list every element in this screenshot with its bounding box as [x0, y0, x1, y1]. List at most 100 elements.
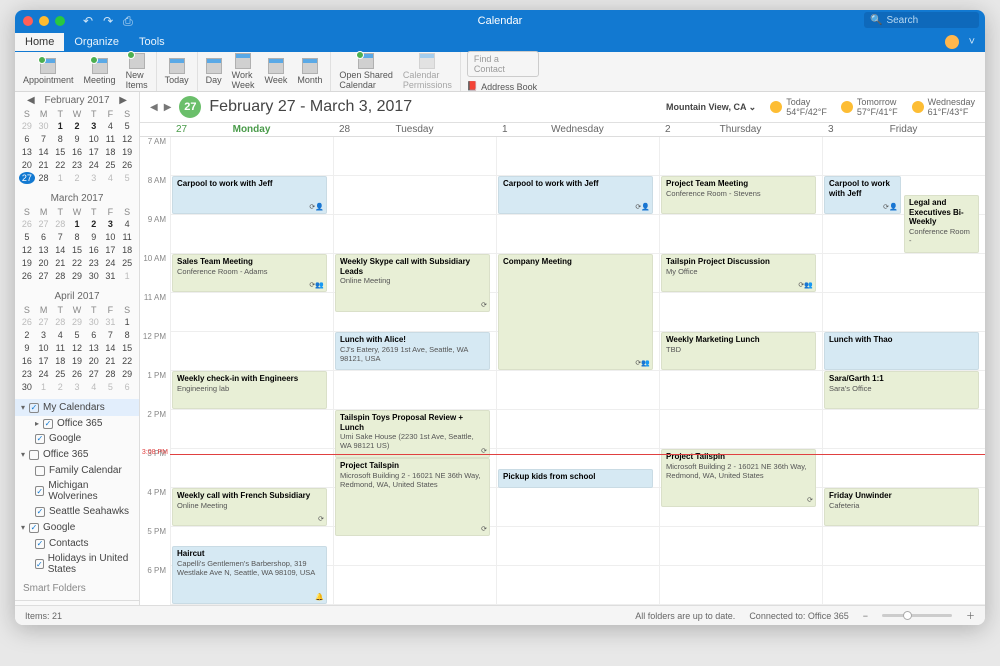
mini-day[interactable]: 27 — [36, 316, 52, 328]
calendar-event[interactable]: Lunch with Alice!CJ's Eatery, 2619 1st A… — [335, 332, 490, 370]
mini-day[interactable]: 13 — [86, 342, 102, 354]
zoom-window-button[interactable] — [55, 16, 65, 26]
calendar-event[interactable]: Project Team MeetingConference Room - St… — [661, 176, 816, 214]
mini-day[interactable]: 1 — [36, 381, 52, 393]
calendar-event[interactable]: Weekly Skype call with Subsidiary LeadsO… — [335, 254, 490, 312]
mini-day[interactable]: 11 — [103, 133, 119, 145]
cal-group[interactable]: ▾My Calendars — [15, 399, 139, 416]
calendar-event[interactable]: Tailspin Toys Proposal Review + LunchUmi… — [335, 410, 490, 458]
mini-day[interactable]: 25 — [103, 159, 119, 171]
mini-day[interactable]: 8 — [52, 133, 68, 145]
mini-day[interactable]: 17 — [103, 244, 119, 256]
checkbox[interactable] — [29, 450, 39, 460]
mini-day[interactable]: 6 — [36, 231, 52, 243]
cal-item[interactable]: ▸Office 365 — [15, 416, 139, 431]
mini-day[interactable]: 28 — [52, 218, 68, 230]
mini-day[interactable]: 10 — [86, 133, 102, 145]
calendar-event[interactable]: Carpool to work with Jeff⟳👤 — [498, 176, 653, 214]
mini-day[interactable]: 1 — [119, 316, 135, 328]
mini-day[interactable]: 20 — [19, 159, 35, 171]
ribbon-collapse-icon[interactable]: ˅ — [969, 36, 975, 48]
mini-day[interactable]: 5 — [19, 231, 35, 243]
day-header[interactable]: 28Tuesday — [333, 123, 496, 136]
address-book-button[interactable]: 📕Address Book — [467, 81, 537, 92]
mini-day[interactable]: 27 — [86, 368, 102, 380]
account-avatar[interactable] — [945, 35, 959, 49]
mini-day[interactable]: 3 — [86, 120, 102, 132]
calendar-event[interactable]: Carpool to work with Jeff⟳👤 — [172, 176, 327, 214]
mini-day[interactable]: 21 — [52, 257, 68, 269]
mini-day[interactable]: 2 — [52, 381, 68, 393]
mini-day[interactable]: 14 — [103, 342, 119, 354]
mini-day[interactable]: 19 — [69, 355, 85, 367]
mini-day[interactable]: 28 — [52, 316, 68, 328]
mini-next-icon[interactable]: ▶ — [119, 95, 127, 106]
checkbox[interactable] — [43, 419, 53, 429]
mini-day[interactable]: 3 — [86, 172, 102, 184]
find-contact-input[interactable]: Find a Contact — [467, 51, 539, 77]
work-week-view-button[interactable]: Work Week — [230, 51, 257, 92]
mini-day[interactable]: 18 — [52, 355, 68, 367]
mini-day[interactable]: 24 — [103, 257, 119, 269]
mini-day[interactable]: 28 — [103, 368, 119, 380]
mini-day[interactable]: 12 — [119, 133, 135, 145]
mini-day[interactable]: 6 — [19, 133, 35, 145]
mini-day[interactable]: 2 — [19, 329, 35, 341]
calendar-permissions-button[interactable]: Calendar Permissions — [401, 51, 454, 92]
today-pill[interactable]: 27 — [179, 96, 201, 118]
mini-day[interactable]: 22 — [69, 257, 85, 269]
mini-day[interactable]: 2 — [86, 218, 102, 230]
mini-day[interactable]: 11 — [119, 231, 135, 243]
mini-day[interactable]: 1 — [52, 172, 68, 184]
mini-day[interactable]: 29 — [19, 120, 35, 132]
mini-day[interactable]: 18 — [103, 146, 119, 158]
calendar-event[interactable]: Tailspin Project DiscussionMy Office⟳👥 — [661, 254, 816, 292]
calendar-event[interactable]: Carpool to work with Jeff⟳👤 — [824, 176, 901, 214]
mini-day[interactable]: 27 — [19, 172, 35, 184]
mini-day[interactable]: 17 — [36, 355, 52, 367]
mini-day[interactable]: 3 — [69, 381, 85, 393]
zoom-in-icon[interactable]: ＋ — [966, 609, 975, 622]
mini-day[interactable]: 15 — [69, 244, 85, 256]
mini-day[interactable]: 26 — [69, 368, 85, 380]
mini-day[interactable]: 4 — [86, 381, 102, 393]
zoom-slider[interactable] — [882, 614, 952, 617]
mini-day[interactable]: 29 — [119, 368, 135, 380]
mini-day[interactable]: 12 — [69, 342, 85, 354]
mini-day[interactable]: 1 — [119, 270, 135, 282]
mini-day[interactable]: 29 — [69, 316, 85, 328]
mini-day[interactable]: 15 — [52, 146, 68, 158]
undo-icon[interactable]: ↶ — [83, 14, 93, 29]
checkbox[interactable] — [29, 523, 39, 533]
checkbox[interactable] — [35, 559, 44, 569]
mini-day[interactable]: 26 — [19, 270, 35, 282]
mini-day[interactable]: 8 — [119, 329, 135, 341]
mini-prev-icon[interactable]: ◀ — [27, 95, 35, 106]
close-window-button[interactable] — [23, 16, 33, 26]
mini-day[interactable]: 3 — [36, 329, 52, 341]
mini-day[interactable]: 27 — [36, 270, 52, 282]
zoom-out-icon[interactable]: − — [863, 611, 868, 621]
calendar-event[interactable]: Sales Team MeetingConference Room - Adam… — [172, 254, 327, 292]
week-view-button[interactable]: Week — [262, 56, 289, 87]
checkbox[interactable] — [35, 539, 45, 549]
mini-day[interactable]: 16 — [69, 146, 85, 158]
checkbox[interactable] — [29, 403, 39, 413]
mini-day[interactable]: 24 — [36, 368, 52, 380]
calendar-event[interactable]: Sara/Garth 1:1Sara's Office — [824, 371, 979, 409]
calendar-event[interactable]: HaircutCapelli's Gentlemen's Barbershop,… — [172, 546, 327, 604]
tab-tools[interactable]: Tools — [129, 33, 175, 51]
weather-day[interactable]: Wednesday61°F/43°F — [912, 97, 975, 117]
mini-day[interactable]: 29 — [69, 270, 85, 282]
mini-day[interactable]: 9 — [86, 231, 102, 243]
calendar-event[interactable]: Project TailspinMicrosoft Building 2 - 1… — [335, 458, 490, 536]
checkbox[interactable] — [35, 466, 45, 476]
cal-item[interactable]: Google — [15, 431, 139, 446]
mini-day[interactable]: 26 — [19, 218, 35, 230]
mini-day[interactable]: 7 — [52, 231, 68, 243]
mini-day[interactable]: 26 — [19, 316, 35, 328]
calendar-event[interactable]: Project TailspinMicrosoft Building 2 - 1… — [661, 449, 816, 507]
mini-day[interactable]: 4 — [103, 172, 119, 184]
checkbox[interactable] — [35, 507, 45, 517]
print-icon[interactable]: ⎙ — [123, 14, 133, 29]
